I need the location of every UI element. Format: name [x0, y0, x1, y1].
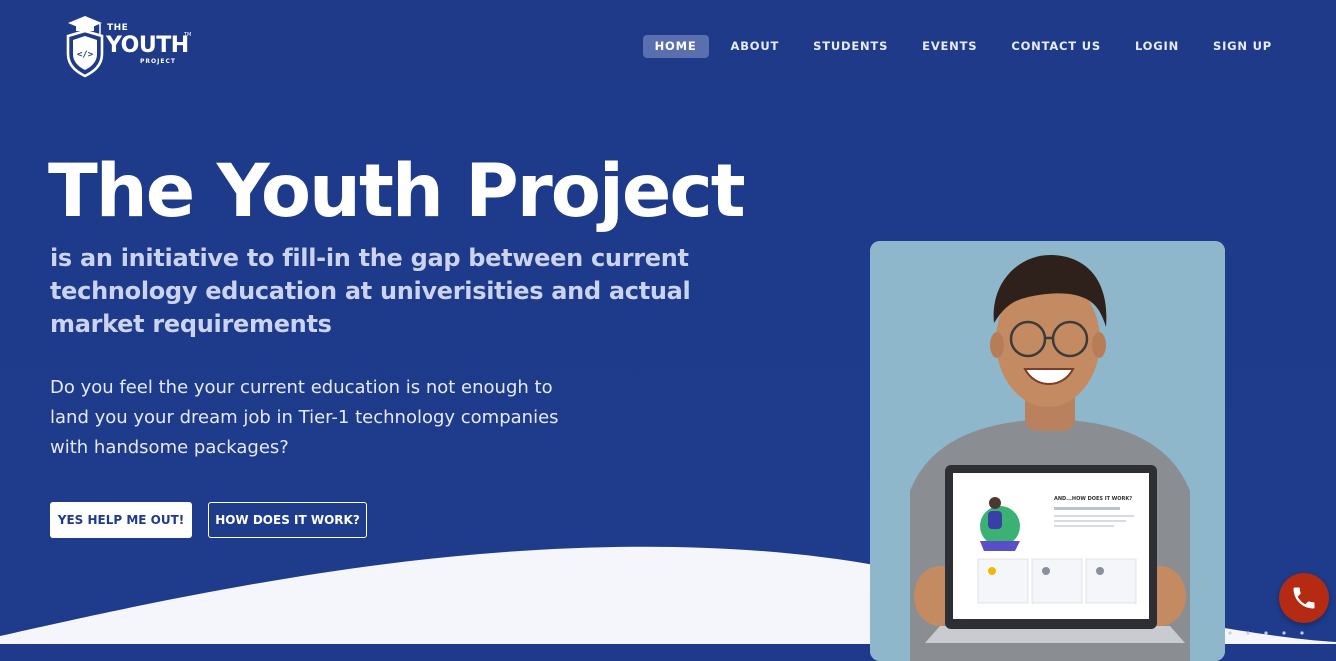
- hero-student-image: AND...HOW DOES IT WORK?: [870, 241, 1225, 661]
- logo-trademark: TM: [184, 32, 192, 38]
- nav-contact-us[interactable]: CONTACT US: [999, 35, 1113, 58]
- logo-code-glyph: </>: [77, 50, 94, 60]
- hero-subtitle: is an initiative to fill-in the gap betw…: [50, 244, 691, 338]
- call-button[interactable]: [1279, 573, 1329, 623]
- logo-text-the: THE: [107, 23, 129, 33]
- shield-graduation-cap-icon: </>: [66, 16, 104, 78]
- nav-events[interactable]: EVENTS: [910, 35, 989, 58]
- logo-text-youth: YOUTH: [106, 33, 189, 58]
- main-nav: HOME ABOUT STUDENTS EVENTS CONTACT US LO…: [633, 35, 1284, 58]
- nav-home[interactable]: HOME: [642, 35, 709, 58]
- decorative-dots: [1228, 631, 1304, 635]
- nav-sign-up[interactable]: SIGN UP: [1201, 35, 1284, 58]
- nav-about[interactable]: ABOUT: [719, 35, 792, 58]
- phone-icon: [1293, 587, 1315, 609]
- laptop-screen-heading: AND...HOW DOES IT WORK?: [1054, 496, 1132, 502]
- site-logo[interactable]: </> THE YOUTH PROJECT TM: [64, 14, 194, 78]
- logo-text-project: PROJECT: [140, 58, 176, 65]
- nav-students[interactable]: STUDENTS: [801, 35, 900, 58]
- hero-body-text: Do you feel the your current education i…: [50, 377, 559, 458]
- student-with-laptop-illustration: AND...HOW DOES IT WORK?: [870, 241, 1225, 661]
- nav-login[interactable]: LOGIN: [1123, 35, 1191, 58]
- hero-title: The Youth Project: [48, 149, 746, 234]
